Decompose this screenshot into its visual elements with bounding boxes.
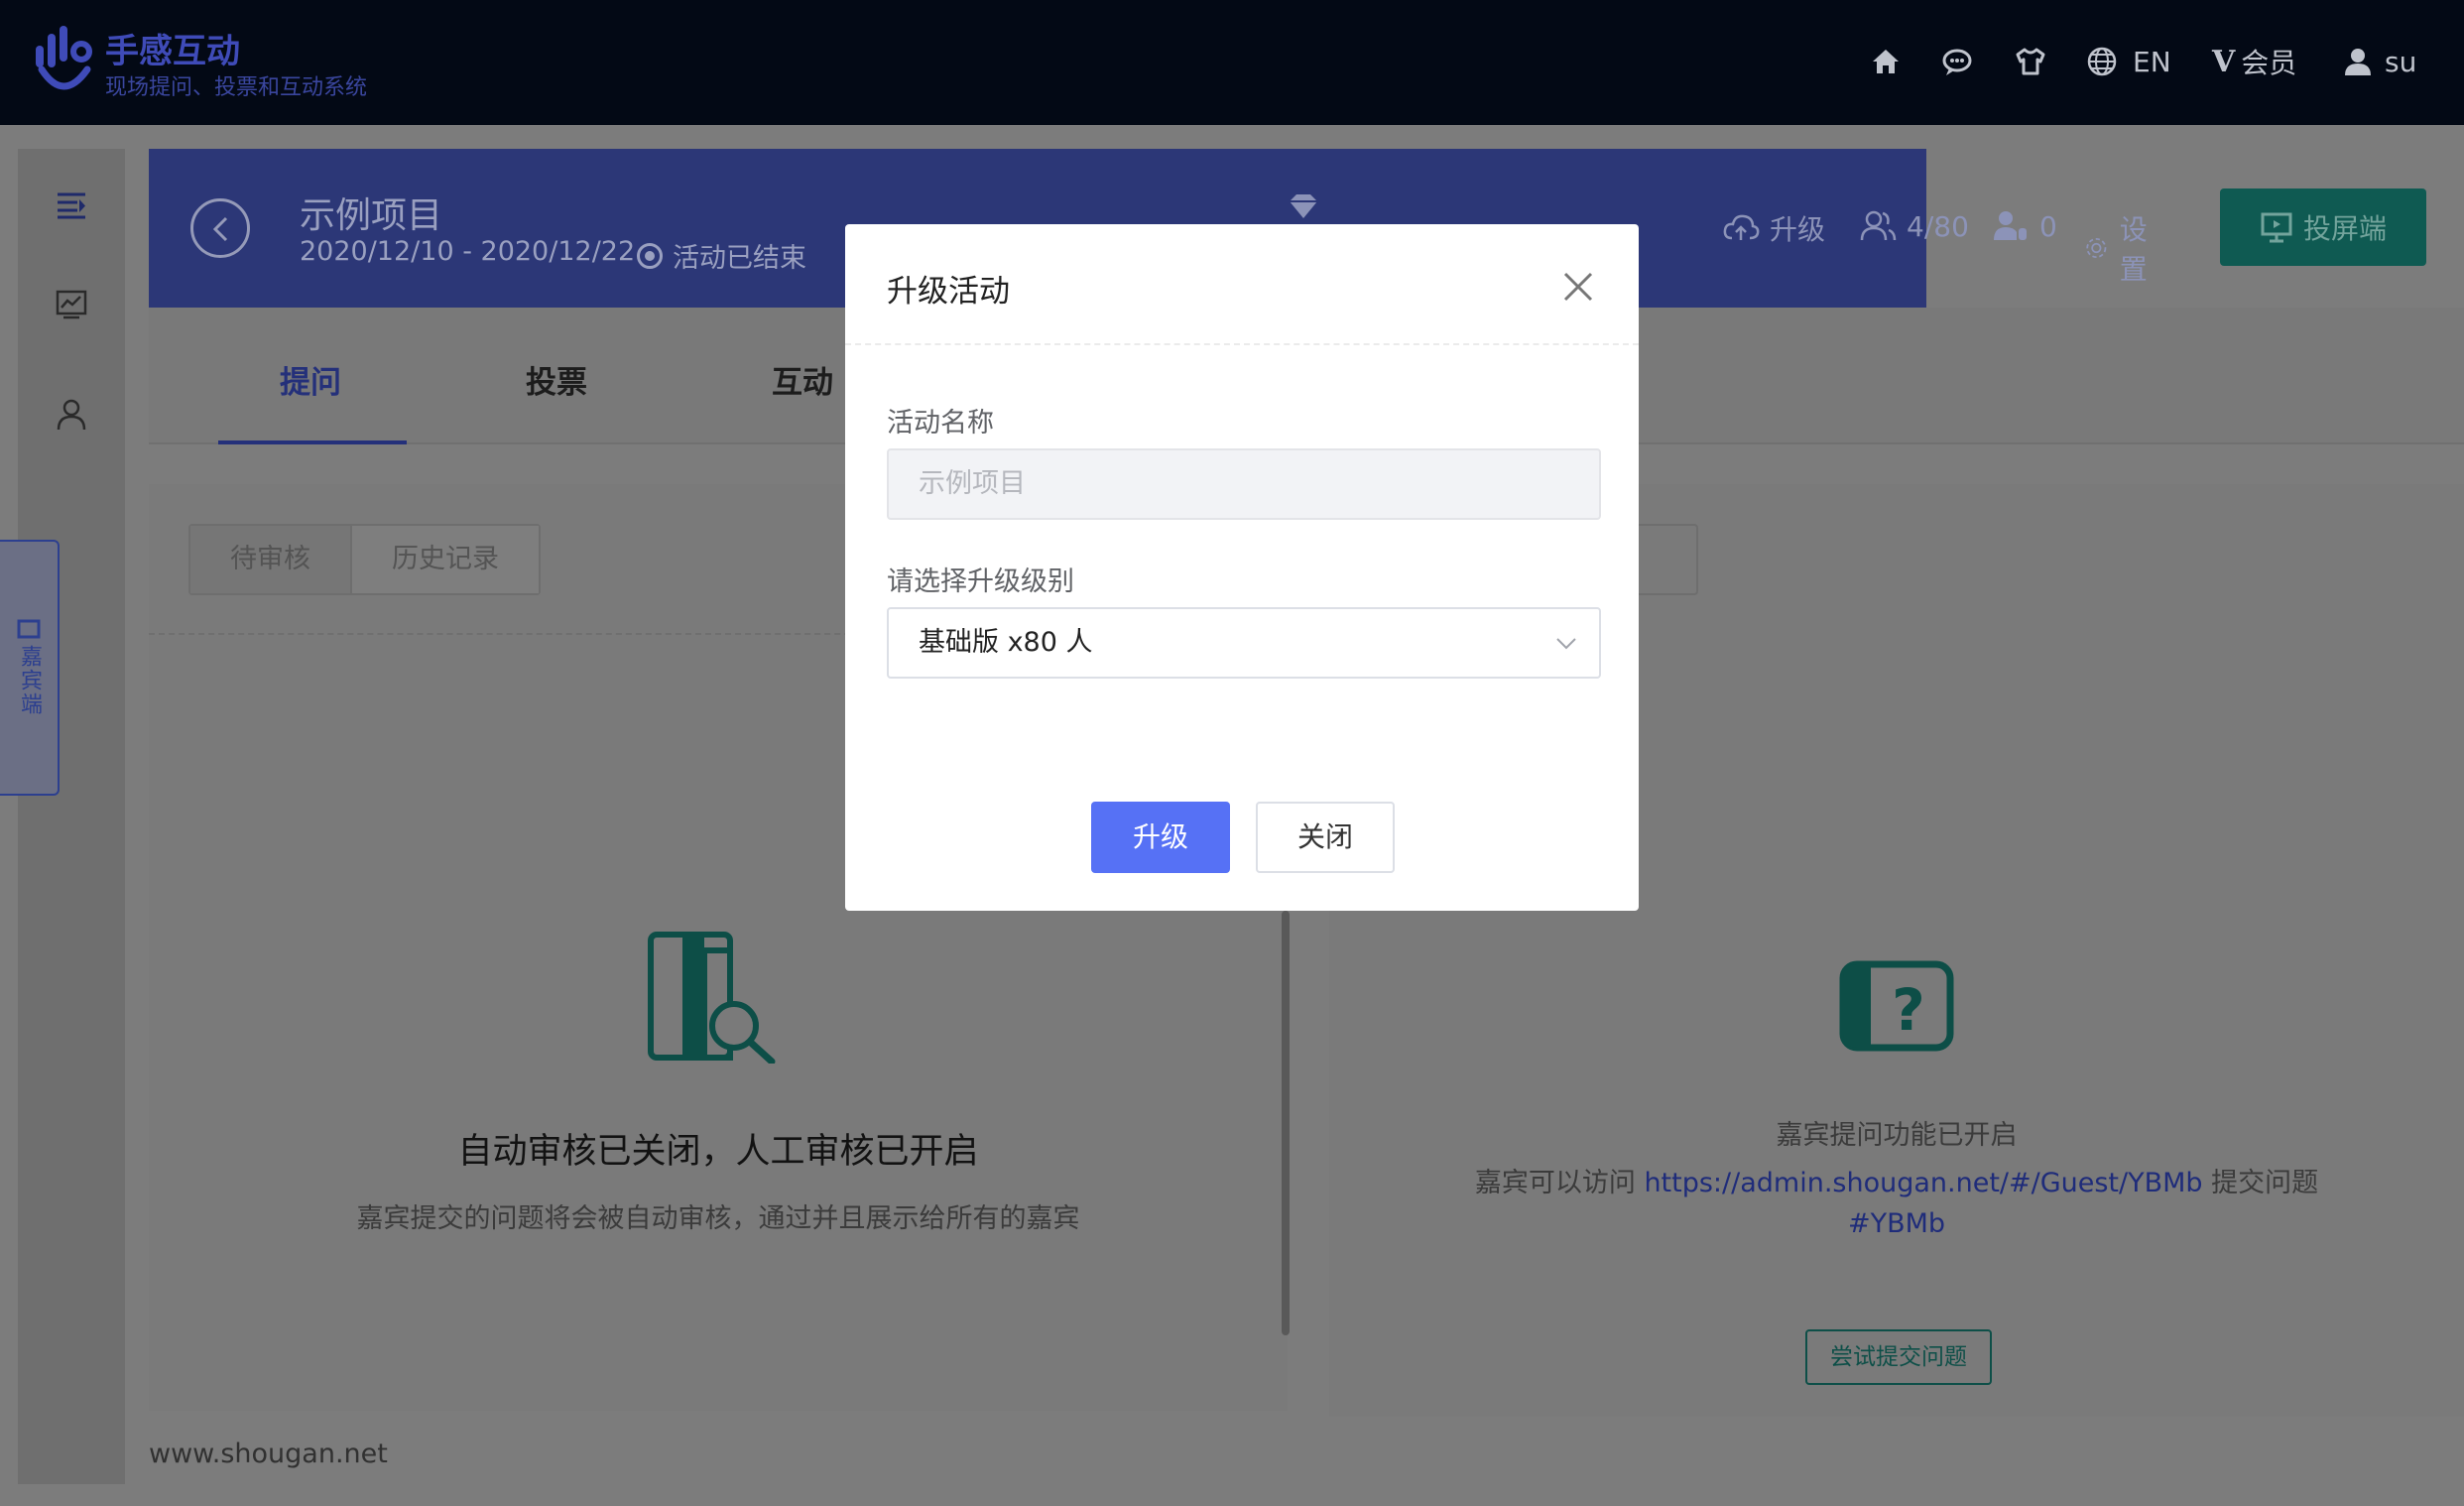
users-icon [1860,210,1897,241]
dialog-divider [845,343,1639,345]
active-tab-indicator [218,440,407,444]
upgrade-label: 升级 [1770,213,1826,246]
dialog-title: 升级活动 [887,274,1010,310]
theme-button[interactable] [2014,40,2047,83]
back-button[interactable] [190,198,250,258]
activity-name-input[interactable]: 示例项目 [887,448,1601,520]
gear-icon [2086,237,2107,259]
top-bar: 手感互动 现场提问、投票和互动系统 EN V 会员 su [0,0,2464,125]
activity-name-label: 活动名称 [887,408,994,439]
participants-value: 4/80 [1907,209,1969,243]
event-code: #YBMb [1847,1208,1946,1239]
upgrade-level-select[interactable]: 基础版 x80 人 [887,607,1601,679]
language-label: EN [2133,45,2171,78]
guest-visit-line: 嘉宾可以访问 https://admin.shougan.net/#/Guest… [1329,1161,2464,1199]
guest-view-tab[interactable]: 嘉宾端 [0,540,60,796]
vip-icon: V [2212,44,2236,79]
segment-history[interactable]: 历史记录 [352,526,539,593]
upgrade-confirm-button[interactable]: 升级 [1091,802,1230,873]
guest-url-link[interactable]: https://admin.shougan.net/#/Guest/YBMb [1644,1168,2202,1198]
monitor-icon [17,619,41,639]
visit-prefix: 嘉宾可以访问 [1474,1168,1636,1198]
person-icon[interactable] [54,397,89,433]
username: su [2385,45,2417,78]
tab-voting[interactable]: 投票 [526,357,587,402]
screen-view-button[interactable]: 投屏端 [2220,188,2426,266]
member-button[interactable]: V 会员 [2212,40,2296,83]
menu-icon[interactable] [54,187,89,222]
close-icon[interactable] [1561,270,1595,304]
participants-count[interactable]: 4/80 [1859,208,1969,244]
language-switch[interactable]: EN [2085,40,2171,83]
moderation-status-desc: 嘉宾提交的问题将会被自动审核，通过并且展示给所有的嘉宾 [356,1203,1080,1234]
upgrade-level-value: 基础版 x80 人 [919,627,1093,658]
svg-text:?: ? [1892,976,1925,1044]
upgrade-link[interactable]: 升级 [1722,208,1825,248]
project-status: 活动已结束 [637,236,806,275]
visit-suffix: 提交问题 [2211,1168,2319,1198]
chat-icon [1942,49,1972,75]
user-icon [2345,49,2371,75]
status-label: 活动已结束 [673,243,806,274]
home-icon [1873,50,1899,73]
tab-interaction[interactable]: 互动 [772,357,833,402]
shirt-icon [2016,48,2045,75]
app-subtitle: 现场提问、投票和互动系统 [105,75,368,100]
cloud-upload-icon [1723,214,1760,240]
member-label: 会员 [2241,47,2297,79]
home-button[interactable] [1869,40,1903,83]
status-dot-icon [637,242,663,269]
dialog-close-button[interactable]: 关闭 [1256,802,1395,873]
sidebar [18,149,125,1484]
diamond-icon [1290,194,1317,218]
app-title: 手感互动 [105,32,240,71]
chevron-left-icon [212,216,228,242]
project-title: 示例项目 [300,195,443,236]
screen-view-label: 投屏端 [2302,212,2387,245]
settings-label: 设置 [2119,213,2148,286]
presentation-icon [2261,212,2292,243]
upgrade-level-label: 请选择升级级别 [887,566,1074,597]
try-submit-button[interactable]: 尝试提交问题 [1805,1329,1992,1385]
guest-speaker-icon [1994,211,2027,240]
upgrade-dialog: 升级活动 活动名称 示例项目 请选择升级级别 基础版 x80 人 升级 关闭 [845,224,1639,911]
book-search-icon [648,932,776,1064]
question-book-icon: ? [1839,960,1954,1052]
settings-link[interactable]: 设置 [2083,208,2158,288]
guests-count[interactable]: 0 [1992,208,2057,244]
guest-tab-label: 嘉宾端 [17,645,42,716]
moderation-status-title: 自动审核已关闭，人工审核已开启 [457,1132,979,1172]
user-menu[interactable]: su [2341,40,2416,83]
footer-site: www.shougan.net [149,1439,388,1469]
panel-scrollbar[interactable] [1282,911,1290,1335]
project-date-range: 2020/12/10 - 2020/12/22 [300,236,636,267]
chevron-down-icon [1556,638,1576,650]
guest-question-enabled: 嘉宾提问功能已开启 [1776,1120,2018,1151]
chat-button[interactable] [1940,40,1974,83]
moderation-segment: 待审核 历史记录 [188,524,541,595]
segment-pending[interactable]: 待审核 [190,526,352,593]
tab-questions[interactable]: 提问 [280,357,341,402]
hand-logo-icon [36,26,92,90]
chart-icon[interactable] [54,286,89,321]
globe-icon [2087,47,2117,76]
guests-value: 0 [2039,209,2057,243]
